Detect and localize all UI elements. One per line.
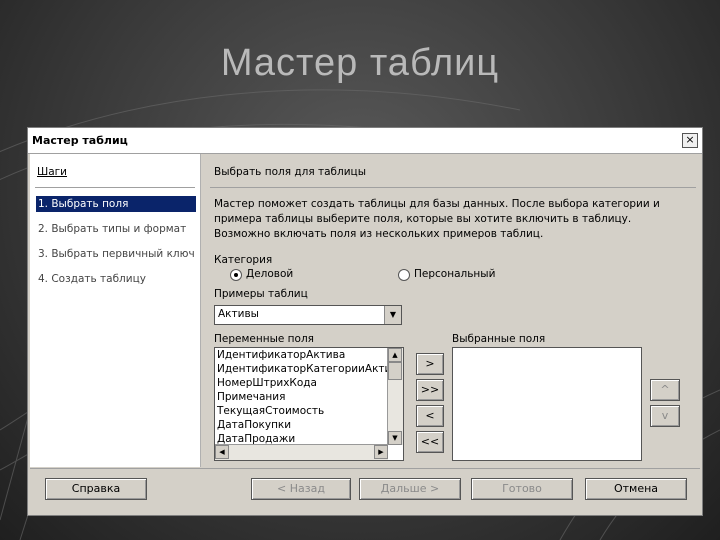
chevron-down-icon[interactable]: ▼ <box>384 306 401 324</box>
next-button[interactable]: Дальше > <box>359 478 461 500</box>
available-fields-list[interactable]: ИдентификаторАктива ИдентификаторКатегор… <box>214 347 404 461</box>
category-label: Категория <box>214 254 273 266</box>
close-button[interactable]: × <box>682 133 698 148</box>
samples-label: Примеры таблиц <box>214 288 308 300</box>
dialog-titlebar: Мастер таблиц × <box>28 128 702 154</box>
add-all-fields-button[interactable]: >> <box>416 379 444 401</box>
dialog-title: Мастер таблиц <box>32 134 128 147</box>
selected-fields-label: Выбранные поля <box>452 333 546 345</box>
remove-all-fields-button[interactable]: << <box>416 431 444 453</box>
move-up-button[interactable]: ^ <box>650 379 680 401</box>
main-panel: Выбрать поля для таблицы Мастер поможет … <box>206 154 700 467</box>
description-text: Мастер поможет создать таблицы для базы … <box>214 198 660 240</box>
divider <box>210 187 696 188</box>
slide-title: Мастер таблиц <box>220 42 500 84</box>
selected-fields-list[interactable] <box>452 347 642 461</box>
step-create-table[interactable]: 4. Создать таблицу <box>36 271 196 287</box>
radio-business[interactable] <box>230 269 242 281</box>
step-primary-key[interactable]: 3. Выбрать первичный ключ <box>36 246 196 262</box>
list-item[interactable]: НомерШтрихКода <box>215 376 403 390</box>
finish-button[interactable]: Готово <box>471 478 573 500</box>
cancel-button[interactable]: Отмена <box>585 478 687 500</box>
step-types-format[interactable]: 2. Выбрать типы и формат <box>36 221 196 237</box>
scroll-thumb[interactable] <box>388 362 402 380</box>
available-fields-label: Переменные поля <box>214 333 314 345</box>
scroll-up-icon[interactable]: ▲ <box>388 348 402 362</box>
radio-personal-label[interactable]: Персональный <box>414 268 495 280</box>
sample-tables-select[interactable]: Активы ▼ <box>214 305 402 325</box>
back-button[interactable]: < Назад <box>251 478 351 500</box>
table-wizard-dialog: Мастер таблиц × Шаги 1. Выбрать поля 2. … <box>27 127 703 516</box>
remove-field-button[interactable]: < <box>416 405 444 427</box>
scroll-right-icon[interactable]: ▶ <box>374 445 388 459</box>
scroll-left-icon[interactable]: ◀ <box>215 445 229 459</box>
step-select-fields[interactable]: 1. Выбрать поля <box>36 196 196 212</box>
list-item[interactable]: ИдентификаторКатегорииАктива <box>215 362 403 376</box>
steps-header: Шаги <box>37 166 68 178</box>
scroll-down-icon[interactable]: ▼ <box>388 431 402 445</box>
list-item[interactable]: ТекущаяСтоимость <box>215 404 403 418</box>
horizontal-scrollbar[interactable]: ◀ ▶ <box>215 444 388 460</box>
steps-panel: Шаги 1. Выбрать поля 2. Выбрать типы и ф… <box>30 154 201 467</box>
sample-tables-value: Активы <box>218 308 259 320</box>
divider <box>35 187 195 188</box>
radio-personal[interactable] <box>398 269 410 281</box>
move-down-button[interactable]: v <box>650 405 680 427</box>
list-item[interactable]: ИдентификаторАктива <box>215 348 403 362</box>
vertical-scrollbar[interactable]: ▲ ▼ <box>387 348 403 445</box>
add-field-button[interactable]: > <box>416 353 444 375</box>
radio-business-label[interactable]: Деловой <box>246 268 293 280</box>
help-button[interactable]: Справка <box>45 478 147 500</box>
list-item[interactable]: Примечания <box>215 390 403 404</box>
divider <box>30 468 700 469</box>
list-item[interactable]: ДатаПокупки <box>215 418 403 432</box>
page-header: Выбрать поля для таблицы <box>214 166 366 178</box>
